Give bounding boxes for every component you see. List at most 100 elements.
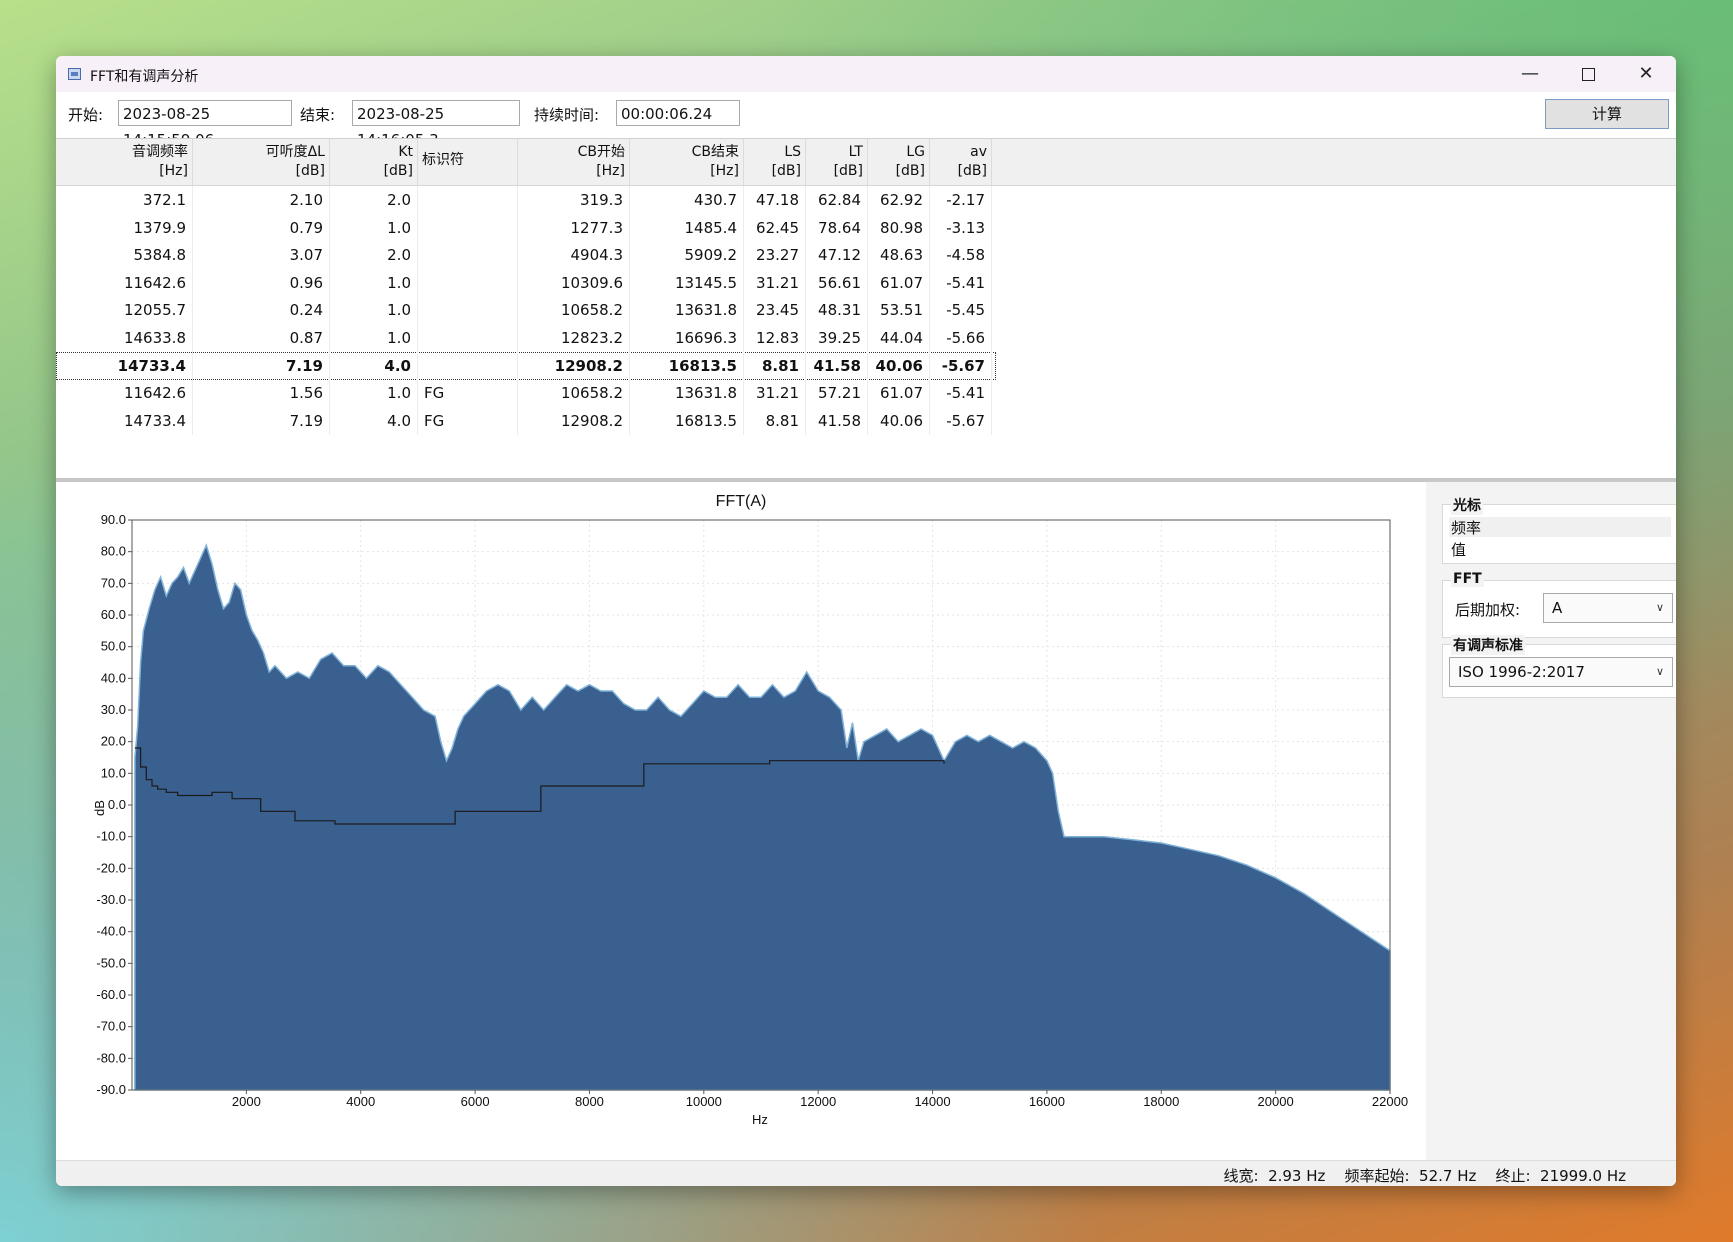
end-label: 结束: [300, 106, 336, 124]
column-header[interactable]: LS [dB] [744, 139, 806, 185]
x-tick-label: 16000 [1029, 1094, 1065, 1109]
close-button[interactable]: ✕ [1618, 56, 1674, 92]
column-header-name: 可听度ΔL [265, 144, 325, 160]
cursor-freq-label: 频率 [1451, 519, 1482, 537]
column-header-unit: [Hz] [596, 163, 625, 179]
end-time-field[interactable]: 2023-08-25 14:16:05.3 [352, 100, 520, 149]
column-header-unit: [dB] [957, 163, 987, 179]
table-cell: 1379.9 [56, 213, 193, 242]
column-header[interactable]: Kt [dB] [330, 139, 418, 185]
table-cell: 12823.2 [518, 324, 630, 352]
column-header-name: 音调频率 [132, 144, 188, 160]
table-cell: -5.45 [930, 296, 992, 325]
table-row[interactable]: 1379.9 0.79 1.0 1277.3 1485.4 62.45 78.64 80.98… [56, 213, 996, 242]
table-cell: 7.19 [193, 351, 330, 380]
column-header[interactable]: 标识符 [418, 139, 518, 185]
table-cell: 39.25 [806, 324, 868, 352]
app-icon [68, 68, 81, 80]
side-panel: 光标 频率 值 FFT 后期加权: A ∨ 有调声标准 ISO 1996-2:2… [1426, 482, 1676, 1160]
table-cell: 44.04 [868, 324, 930, 352]
table-cell: 12908.2 [518, 351, 630, 380]
table-cell: 0.24 [193, 296, 330, 325]
column-header[interactable]: 音调频率 [Hz] [56, 139, 193, 185]
table-row[interactable]: 372.1 2.10 2.0 319.3 430.7 47.18 62.84 62.92 -2.… [56, 186, 996, 214]
y-tick-label: 70.0 [101, 575, 126, 590]
standard-group-title: 有调声标准 [1451, 635, 1525, 655]
time-range-toolbar: 开始: 2023-08-25 14:15:59.06 结束: 2023-08-2… [56, 92, 1676, 149]
maximize-button[interactable] [1560, 56, 1616, 92]
standard-select[interactable]: ISO 1996-2:2017 ∨ [1449, 657, 1673, 687]
table-row[interactable]: 11642.6 1.56 1.0 FG 10658.2 13631.8 31.21 57.21… [56, 379, 996, 408]
table-cell: 0.87 [193, 324, 330, 352]
table-cell: 10658.2 [518, 296, 630, 325]
x-tick-label: 10000 [686, 1094, 722, 1109]
table-row[interactable]: 14633.8 0.87 1.0 12823.2 16696.3 12.83 39.25 44… [56, 324, 996, 352]
column-header[interactable]: LT [dB] [806, 139, 868, 185]
column-header[interactable]: CB结束 [Hz] [630, 139, 744, 185]
start-time-field[interactable]: 2023-08-25 14:15:59.06 [118, 100, 292, 149]
maximize-icon [1581, 67, 1595, 81]
table-cell: -5.67 [930, 406, 992, 435]
fft-chart-area: FFT(A) Hz dB 2000 4000 6000 8000 10000 12000 1… [56, 482, 1426, 1160]
table-cell: 2.10 [193, 186, 330, 214]
column-header-unit: [dB] [895, 163, 925, 179]
cursor-group-title: 光标 [1451, 495, 1483, 515]
duration-field[interactable]: 00:00:06.24 [616, 100, 740, 126]
spectrum-area [134, 543, 1391, 1091]
table-row[interactable]: 11642.6 0.96 1.0 10309.6 13145.5 31.21 56.61 61… [56, 268, 996, 297]
column-header[interactable]: CB开始 [Hz] [518, 139, 630, 185]
column-header-name: 标识符 [422, 152, 464, 168]
table-cell: 11642.6 [56, 268, 193, 297]
table-cell: 12908.2 [518, 406, 630, 435]
table-cell: -3.13 [930, 213, 992, 242]
fft-chart[interactable]: FFT(A) Hz dB 2000 4000 6000 8000 10000 12000 1… [56, 482, 1426, 1160]
y-tick-label: -60.0 [96, 987, 126, 1002]
table-cell [418, 296, 518, 325]
column-header-name: LT [848, 144, 863, 160]
x-tick-label: 6000 [461, 1094, 490, 1109]
x-tick-label: 12000 [800, 1094, 836, 1109]
table-cell: 8.81 [744, 406, 806, 435]
title-bar: FFT和有调声分析 — ✕ [56, 56, 1676, 92]
table-cell: 1.0 [330, 296, 418, 325]
y-tick-label: 20.0 [101, 734, 126, 749]
y-tick-label: 30.0 [101, 702, 126, 717]
table-cell: 372.1 [56, 186, 193, 214]
y-tick-label: 90.0 [101, 512, 126, 527]
table-cell: -5.67 [930, 351, 992, 380]
table-cell [418, 213, 518, 242]
window-title: FFT和有调声分析 [90, 69, 199, 85]
calculate-button[interactable]: 计算 [1545, 99, 1669, 129]
table-cell: 1.56 [193, 379, 330, 408]
table-cell [418, 241, 518, 270]
table-row[interactable]: 14733.4 7.19 4.0 12908.2 16813.5 8.81 41.58 40.… [56, 351, 996, 380]
table-cell: 62.84 [806, 186, 868, 214]
y-tick-label: -70.0 [96, 1019, 126, 1034]
table-cell: 12055.7 [56, 296, 193, 325]
table-cell: 48.31 [806, 296, 868, 325]
table-cell: 4.0 [330, 351, 418, 380]
table-row[interactable]: 12055.7 0.24 1.0 10658.2 13631.8 23.45 48.31 53… [56, 296, 996, 325]
table-cell: 14733.4 [56, 351, 193, 380]
y-tick-label: -40.0 [96, 924, 126, 939]
column-header-name: LG [906, 144, 925, 160]
x-tick-label: 4000 [346, 1094, 375, 1109]
y-tick-label: -80.0 [96, 1050, 126, 1065]
table-cell: 62.92 [868, 186, 930, 214]
table-cell: 41.58 [806, 406, 868, 435]
cursor-group: 光标 频率 值 [1442, 495, 1676, 564]
minimize-button[interactable]: — [1502, 56, 1558, 92]
x-tick-label: 14000 [914, 1094, 950, 1109]
x-axis-label: Hz [752, 1112, 768, 1127]
x-tick-label: 2000 [232, 1094, 261, 1109]
table-cell: 40.06 [868, 351, 930, 380]
column-header[interactable]: av [dB] [930, 139, 992, 185]
table-row[interactable]: 5384.8 3.07 2.0 4904.3 5909.2 23.27 47.12 48.63… [56, 241, 996, 270]
start-label: 开始: [68, 106, 104, 124]
table-row[interactable]: 14733.4 7.19 4.0 FG 12908.2 16813.5 8.81 41.58 4… [56, 406, 996, 435]
table-cell: -2.17 [930, 186, 992, 214]
column-header[interactable]: LG [dB] [868, 139, 930, 185]
y-tick-label: 50.0 [101, 639, 126, 654]
column-header[interactable]: 可听度ΔL [dB] [193, 139, 330, 185]
weighting-select[interactable]: A ∨ [1543, 593, 1673, 623]
